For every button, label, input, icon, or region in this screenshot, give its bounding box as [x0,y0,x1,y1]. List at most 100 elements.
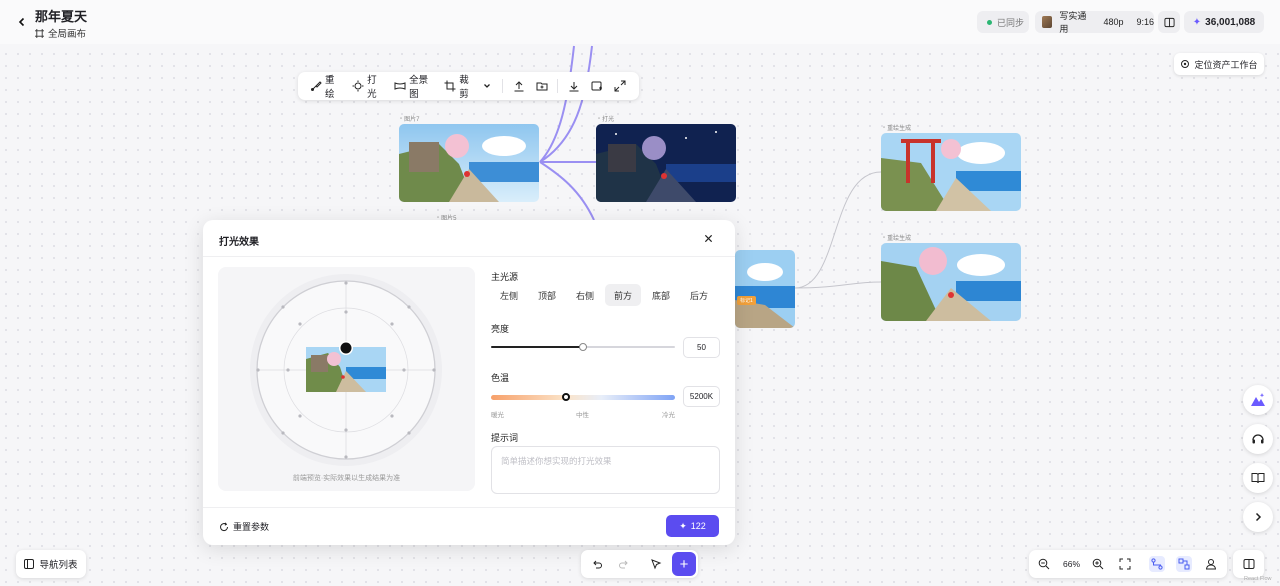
chevron-down-icon[interactable] [482,80,491,92]
node-label-light: ▫ 打光 [598,115,615,124]
toolbar-panorama-button[interactable]: 全景图 [394,72,431,100]
chevron-right-icon [1255,512,1262,522]
preview-note: 前端预览·实际效果以生成结果为准 [292,475,401,482]
sparkle-icon: ✦ [1192,16,1202,28]
model-selector[interactable]: 写实通用 480p 9:16 [1035,11,1154,34]
plus-icon: + [679,555,689,573]
locate-icon [1181,60,1190,68]
layout-mode-button[interactable] [1176,556,1192,572]
toolbar-save-image-button[interactable] [591,80,603,92]
locate-asset-workbench-button[interactable]: 定位资产工作台 [1174,53,1264,75]
book-icon [1163,17,1175,27]
mountain-sparkle-icon [1251,393,1265,406]
expand-icon [614,80,626,92]
temperature-label: 色温 [491,373,510,383]
image-toolbar: 重绘 打光 全景图 裁剪 [298,72,639,100]
user-button[interactable] [1203,556,1219,572]
credits-balance[interactable]: ✦ 36,001,088 [1184,11,1264,33]
toolbar-crop-button[interactable]: 裁剪 [444,72,491,100]
expand-rail-button[interactable] [1243,502,1273,532]
zoom-in-button[interactable] [1090,556,1106,572]
direction-front[interactable]: 前方 [605,284,641,306]
nav-list-button[interactable]: 导航列表 [16,550,86,578]
brush-icon [310,80,322,92]
panorama-icon [394,80,406,92]
temperature-slider[interactable] [491,392,675,402]
scale-warm: 暖光 [491,412,504,419]
scale-cool: 冷光 [662,412,675,419]
toolbar-upload-button[interactable] [513,80,525,92]
project-title: 那年夏天 [35,9,88,24]
close-button[interactable] [700,230,716,246]
direction-left[interactable]: 左侧 [491,284,527,306]
toolbar-light-button[interactable]: 打光 [352,72,381,100]
redo-button[interactable] [617,557,631,571]
image-node-original[interactable] [399,124,539,202]
support-button[interactable] [1243,424,1273,454]
image-node-lit[interactable] [596,124,736,202]
brightness-slider[interactable] [491,342,675,352]
flow-icon [1178,558,1190,570]
sidebar-icon [24,559,35,569]
chevron-left-icon [18,17,25,27]
direction-right[interactable]: 右侧 [567,284,603,306]
undo-button[interactable] [590,557,604,571]
toolbar-expand-button[interactable] [614,80,626,92]
image-node-redraw-1[interactable] [881,133,1021,211]
scale-neutral: 中性 [576,412,589,419]
slider-handle[interactable] [579,343,587,351]
canvas-subtitle[interactable]: 全局画布 [35,26,86,40]
light-icon [352,80,364,92]
redo-icon [619,560,628,569]
cursor-icon [651,559,662,570]
image-node-redraw-2[interactable] [881,243,1021,321]
generate-button[interactable]: ✦ 122 [666,515,719,537]
open-book-icon [1251,473,1265,484]
slider-fill [491,346,583,348]
light-source-label: 主光源 [491,272,519,282]
brush-icon: ▫ [883,124,886,131]
react-flow-attribution[interactable]: React Flow [1244,576,1272,582]
prompt-input[interactable] [491,446,720,494]
frame-icon [35,28,44,38]
direction-back[interactable]: 后方 [681,284,717,306]
lighting-preview[interactable]: 前端预览·实际效果以生成结果为准 [218,267,475,491]
light-direction-dial[interactable] [218,267,475,472]
ai-image-button[interactable] [1243,385,1273,415]
temperature-gradient-track [491,395,675,400]
zoom-in-icon [1092,558,1104,570]
direction-top[interactable]: 顶部 [529,284,565,306]
image-icon: ▫ [400,115,403,122]
sync-dot-icon [987,19,992,25]
scene-image-night [596,124,736,202]
add-node-button[interactable]: + [672,552,696,576]
toolbar-redraw-button[interactable]: 重绘 [310,72,339,100]
light-source-handle [340,342,352,354]
toolbar-download-button[interactable] [568,80,580,92]
user-icon [1205,559,1217,570]
temperature-value[interactable]: 5200K [683,386,720,407]
fit-view-button[interactable] [1117,556,1133,572]
panel-toggle-button[interactable] [1233,550,1264,578]
zoom-out-button[interactable] [1036,556,1052,572]
crop-icon [444,80,456,92]
brightness-label: 亮度 [491,324,510,334]
scene-image-path [881,243,1021,321]
direction-bottom[interactable]: 底部 [643,284,679,306]
divider [203,507,735,508]
image-node-partial[interactable]: 标记1 [735,250,795,328]
reset-params-button[interactable]: 重置参数 [219,520,269,533]
split-view-button[interactable] [1158,11,1180,33]
dialog-title: 打光效果 [219,237,259,248]
brightness-value[interactable]: 50 [683,337,720,358]
back-button[interactable] [14,14,30,30]
image-save-icon [591,80,603,92]
select-tool-button[interactable] [649,557,663,571]
guide-button[interactable] [1243,463,1273,493]
light-direction-tabs: 左侧 顶部 右侧 前方 底部 后方 [491,284,719,306]
toolbar-add-folder-button[interactable] [536,80,548,92]
scene-image-torii [881,133,1021,211]
connection-mode-button[interactable] [1149,556,1165,572]
toolbar-divider [557,79,559,93]
node-label-redraw-2: ▫ 重绘生成 [883,234,912,243]
